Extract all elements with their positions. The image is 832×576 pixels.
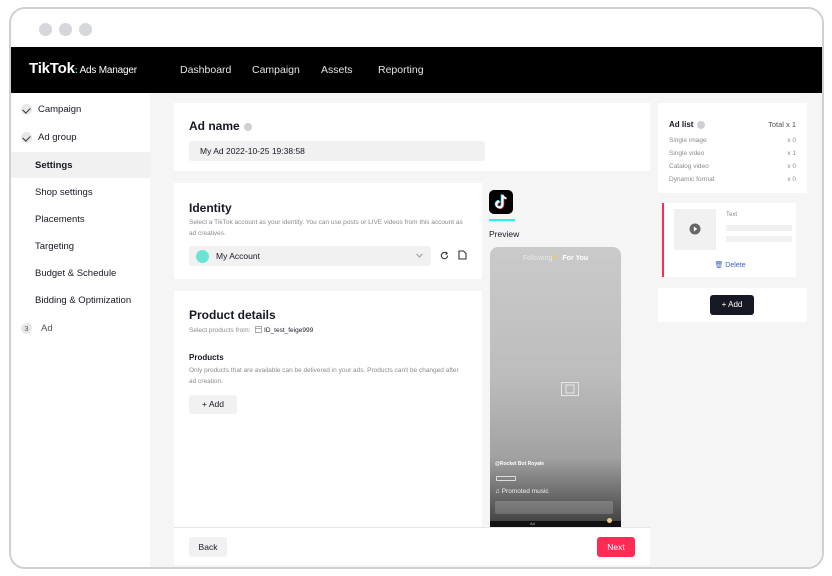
account-select[interactable]: My Account <box>189 246 431 266</box>
sidebar-item-label: Ad <box>41 322 53 334</box>
products-note: Only products that are available can be … <box>189 367 459 385</box>
identity-card: Identity Select a TikTok account as your… <box>174 183 482 279</box>
tab-indicator <box>607 518 612 523</box>
text-placeholder-line <box>726 236 792 242</box>
brand-name: TikTok <box>29 60 75 77</box>
preview-label: Preview <box>489 229 520 239</box>
account-name: My Account <box>216 251 260 261</box>
select-products-from: Select products from: ID_test_feige999 <box>189 326 314 334</box>
video-placeholder-icon <box>561 382 579 396</box>
ad-list-row: Dynamic format x 0 <box>669 176 796 183</box>
sidebar-item-campaign[interactable]: Campaign <box>11 96 150 122</box>
sidebar-item-ad[interactable]: 3 Ad <box>11 315 150 341</box>
window-close-dot[interactable] <box>39 23 52 36</box>
ad-thumbnail <box>674 209 716 250</box>
ad-name-title: Ad name <box>189 119 252 133</box>
ad-list-title: Ad list <box>669 120 706 129</box>
brand-dot: : <box>74 65 78 75</box>
brand-logo[interactable]: TikTok: Ads Manager <box>29 60 137 77</box>
add-ad-card: + Add <box>658 288 807 322</box>
sidebar: Campaign Ad group Settings Shop settings… <box>11 93 150 567</box>
window-maximize-dot[interactable] <box>79 23 92 36</box>
ad-name-input[interactable]: My Ad 2022-10-25 19:38:58 <box>189 141 485 161</box>
sidebar-item-shop-settings[interactable]: Shop settings <box>11 179 150 205</box>
ad-list-row: Catalog video x 0 <box>669 163 796 170</box>
sidebar-item-placements[interactable]: Placements <box>11 206 150 232</box>
add-product-button[interactable]: + Add <box>189 395 237 414</box>
footer-bar: Back Next <box>174 527 650 565</box>
top-navigation: TikTok: Ads Manager Dashboard Campaign As… <box>11 47 822 93</box>
info-icon[interactable] <box>243 122 252 131</box>
app-window: TikTok: Ads Manager Dashboard Campaign As… <box>9 7 824 569</box>
nav-campaign[interactable]: Campaign <box>252 64 300 76</box>
catalog-icon <box>255 326 263 333</box>
product-details-title: Product details <box>189 308 276 322</box>
video-username[interactable]: @Rocket Bot Royale <box>495 461 544 467</box>
sidebar-item-label: Bidding & Optimization <box>35 294 132 306</box>
feed-tabs: Following For You <box>490 255 621 262</box>
window-minimize-dot[interactable] <box>59 23 72 36</box>
sidebar-item-settings[interactable]: Settings <box>11 152 150 178</box>
tab-ad[interactable]: Ad <box>530 521 535 526</box>
tab-following[interactable]: Following <box>523 255 553 262</box>
sidebar-item-budget-schedule[interactable]: Budget & Schedule <box>11 260 150 286</box>
delete-button[interactable]: 🗑 Delete <box>664 261 796 269</box>
sidebar-item-label: Campaign <box>38 103 82 115</box>
sidebar-item-ad-group[interactable]: Ad group <box>11 124 150 150</box>
ad-list-panel: Ad list Total x 1 Single image x 0 Single… <box>658 103 807 193</box>
notification-dot <box>553 255 557 258</box>
catalog-name[interactable]: ID_test_feige999 <box>264 327 313 334</box>
window-titlebar <box>11 9 822 47</box>
text-placeholder-line <box>726 225 792 231</box>
sidebar-item-label: Settings <box>35 159 73 171</box>
identity-description: Select a TikTok account as your identity… <box>189 219 463 237</box>
ad-list-total: Total x 1 <box>768 120 796 129</box>
sidebar-item-targeting[interactable]: Targeting <box>11 233 150 259</box>
ad-item-text-label: Text <box>726 212 738 218</box>
check-icon <box>21 103 32 115</box>
account-avatar <box>196 250 209 263</box>
sidebar-item-bidding-optimization[interactable]: Bidding & Optimization <box>11 287 150 313</box>
sidebar-item-label: Budget & Schedule <box>35 267 117 279</box>
sponsored-tag <box>496 476 516 481</box>
music-note-icon: ♫ <box>495 488 500 495</box>
product-details-card: Product details Select products from: ID… <box>174 291 482 529</box>
back-button[interactable]: Back <box>189 537 227 557</box>
logo-underline <box>489 219 515 221</box>
next-button[interactable]: Next <box>597 537 635 557</box>
music-label: ♫ Promoted music <box>495 488 549 495</box>
nav-reporting[interactable]: Reporting <box>378 64 424 76</box>
phone-preview: FollowingFor You + 798 120 253 @Rocket B… <box>490 247 621 527</box>
nav-dashboard[interactable]: Dashboard <box>180 64 231 76</box>
new-tab-icon[interactable] <box>458 250 467 260</box>
sidebar-item-label: Targeting <box>35 240 75 252</box>
add-ad-button[interactable]: + Add <box>710 295 754 315</box>
refresh-icon[interactable] <box>440 251 449 260</box>
trash-icon: 🗑 <box>714 262 724 269</box>
info-icon[interactable] <box>697 120 706 129</box>
ad-list-row: Single video x 1 <box>669 150 796 157</box>
sidebar-item-label: Shop settings <box>35 186 93 198</box>
sidebar-item-label: Placements <box>35 213 85 225</box>
main-content: Ad name My Ad 2022-10-25 19:38:58 Identi… <box>150 93 822 567</box>
ad-name-card: Ad name My Ad 2022-10-25 19:38:58 <box>174 103 650 171</box>
tiktok-logo-icon <box>489 190 513 214</box>
ad-list-row: Single image x 0 <box>669 137 796 144</box>
cta-bar[interactable] <box>495 501 613 514</box>
nav-assets[interactable]: Assets <box>321 64 353 76</box>
ad-item-card[interactable]: Text 🗑 Delete <box>662 203 796 277</box>
products-title: Products <box>189 353 224 362</box>
check-icon <box>21 131 32 143</box>
chevron-down-icon <box>416 253 423 258</box>
sidebar-item-label: Ad group <box>38 131 77 143</box>
tab-for-you[interactable]: For You <box>562 255 588 262</box>
identity-title: Identity <box>189 201 232 215</box>
step-number-badge: 3 <box>21 322 32 334</box>
play-icon <box>689 223 701 235</box>
brand-subtitle: Ads Manager <box>79 65 137 76</box>
